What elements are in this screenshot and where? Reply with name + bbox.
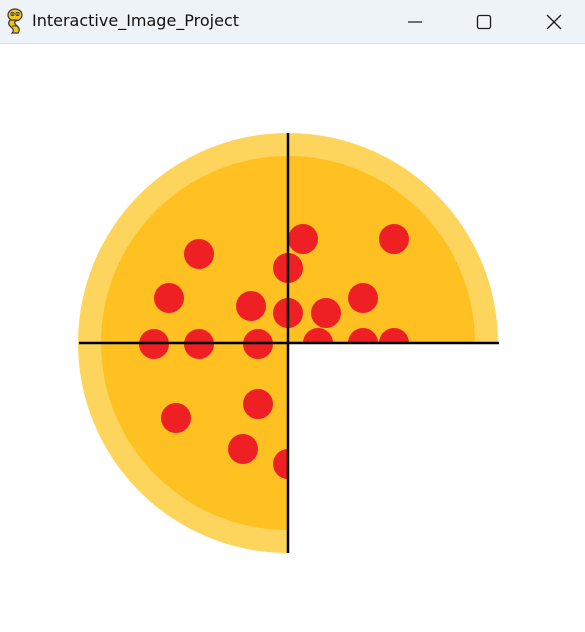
window-title: Interactive_Image_Project: [32, 11, 240, 30]
title-bar[interactable]: Interactive_Image_Project: [0, 0, 585, 44]
maximize-icon: [476, 14, 492, 30]
close-button[interactable]: [521, 0, 585, 43]
drawing-canvas[interactable]: [0, 44, 585, 632]
pepperoni: [184, 239, 214, 269]
pepperoni: [236, 291, 266, 321]
minimize-icon: [407, 14, 423, 30]
pepperoni: [288, 224, 318, 254]
pizza-drawing: [78, 133, 499, 553]
app-window: Interactive_Image_Project: [0, 0, 585, 632]
python-snake-icon: [4, 8, 26, 34]
close-icon: [546, 14, 562, 30]
pepperoni: [379, 224, 409, 254]
pepperoni: [348, 283, 378, 313]
maximize-button[interactable]: [451, 0, 517, 43]
pepperoni: [228, 434, 258, 464]
pepperoni: [243, 389, 273, 419]
pepperoni: [154, 283, 184, 313]
minimize-button[interactable]: [382, 0, 448, 43]
pepperoni: [161, 403, 191, 433]
pepperoni: [311, 298, 341, 328]
